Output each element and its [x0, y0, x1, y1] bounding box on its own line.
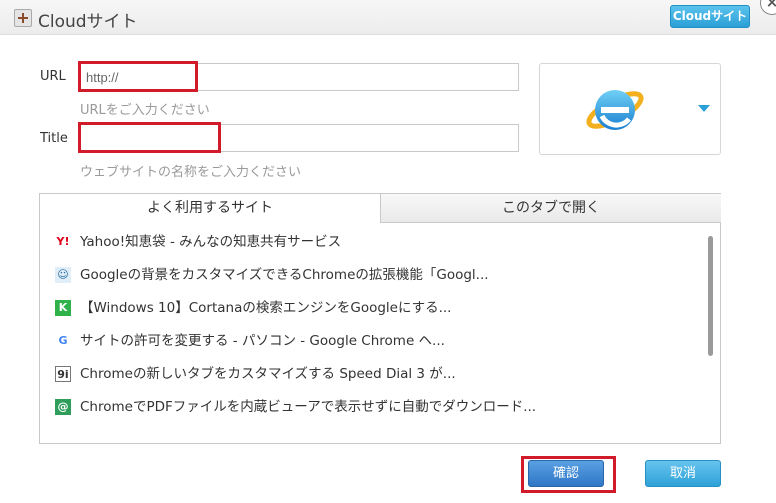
- title-input[interactable]: [79, 124, 519, 152]
- chevron-down-icon[interactable]: [698, 105, 710, 112]
- list-item[interactable]: G サイトの許可を変更する - パソコン - Google Chrome ヘ...: [40, 333, 706, 366]
- list-item[interactable]: K 【Windows 10】Cortanaの検索エンジンをGoogleにする...: [40, 300, 706, 333]
- k-icon: K: [55, 300, 71, 316]
- title-hint: ウェブサイトの名称をご入力ください: [80, 165, 302, 180]
- scrollbar-thumb[interactable]: [708, 236, 713, 356]
- list-item[interactable]: 9i Chromeの新しいタブをカスタマイズする Speed Dial 3 が..…: [40, 366, 706, 399]
- list-item[interactable]: @ ChromeでPDFファイルを内蔵ビューアで表示せずに自動でダウンロード...: [40, 399, 706, 432]
- at-icon: @: [55, 399, 71, 415]
- add-icon: [14, 9, 32, 27]
- confirm-button[interactable]: 確認: [528, 460, 604, 487]
- site-title: Yahoo!知恵袋 - みんなの知恵共有サービス: [80, 234, 342, 250]
- internet-explorer-icon: [586, 90, 644, 130]
- scrollbar[interactable]: [706, 232, 716, 438]
- sites-panel: よく利用するサイト このタブで開く Y! Yahoo!知恵袋 - みんなの知恵共有…: [39, 193, 721, 444]
- cancel-button[interactable]: 取消: [645, 460, 721, 487]
- icon-picker[interactable]: [539, 63, 721, 155]
- tab-frequent-sites[interactable]: よく利用するサイト: [40, 194, 380, 223]
- title-label: Title: [40, 131, 68, 146]
- tab-open-in-tab[interactable]: このタブで開く: [380, 194, 721, 223]
- url-label: URL: [40, 69, 66, 84]
- site-list: Y! Yahoo!知恵袋 - みんなの知恵共有サービス ☺ Googleの背景をカスタ…: [40, 234, 706, 432]
- list-item[interactable]: ☺ Googleの背景をカスタマイズできるChromeの拡張機能「Googl...: [40, 267, 706, 300]
- site-title: Googleの背景をカスタマイズできるChromeの拡張機能「Googl...: [80, 267, 489, 283]
- 9i-icon: 9i: [55, 366, 71, 382]
- url-input[interactable]: [79, 63, 519, 91]
- site-title: サイトの許可を変更する - パソコン - Google Chrome ヘ...: [80, 333, 445, 349]
- url-hint: URLをご入力ください: [80, 103, 210, 118]
- site-title: Chromeの新しいタブをカスタマイズする Speed Dial 3 が...: [80, 366, 456, 382]
- window-title: Cloudサイト: [38, 12, 138, 32]
- site-title: ChromeでPDFファイルを内蔵ビューアで表示せずに自動でダウンロード...: [80, 399, 537, 415]
- avatar-icon: ☺: [55, 267, 71, 283]
- yahoo-icon: Y!: [55, 234, 71, 250]
- cloud-site-button[interactable]: Cloudサイト: [670, 5, 750, 28]
- title-bar: Cloudサイト Cloudサイト: [0, 0, 776, 35]
- list-item[interactable]: Y! Yahoo!知恵袋 - みんなの知恵共有サービス: [40, 234, 706, 267]
- google-icon: G: [55, 333, 71, 349]
- site-title: 【Windows 10】Cortanaの検索エンジンをGoogleにする...: [80, 300, 452, 316]
